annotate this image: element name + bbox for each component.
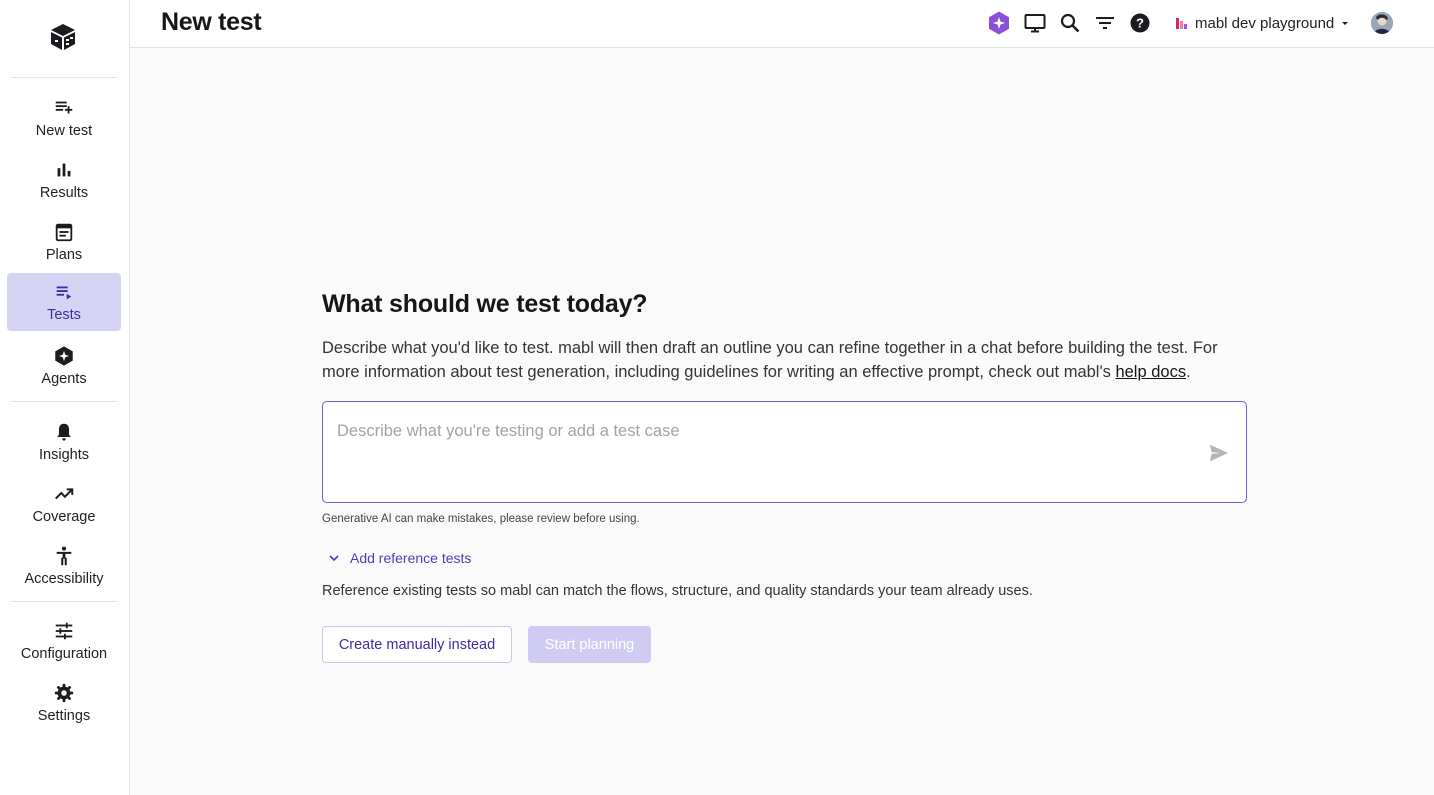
chevron-down-icon [329,555,339,562]
mabl-logo-icon[interactable] [47,21,79,53]
sidebar-item-label: Insights [39,447,89,463]
trending-up-icon [55,488,74,500]
prompt-heading: What should we test today? [322,290,648,318]
svg-text:?: ? [1136,16,1144,31]
sidebar-item-label: Configuration [20,646,108,662]
start-planning-button[interactable]: Start planning [528,626,651,663]
sidebar-item-tests[interactable]: Tests [7,273,121,331]
sidebar-item-results[interactable]: Results [7,151,121,209]
test-description-input[interactable] [337,419,1197,443]
accessibility-icon [56,546,72,566]
bar-chart-icon [57,163,71,177]
workspace-logo-icon [1176,18,1187,29]
sidebar-item-agents[interactable]: Agents [7,337,121,395]
search-icon[interactable] [1058,11,1082,35]
sidebar-item-label: Coverage [32,509,96,525]
description-suffix: . [1186,363,1191,381]
user-avatar-icon [1371,12,1393,34]
ai-disclaimer: Generative AI can make mistakes, please … [322,513,640,525]
send-icon[interactable] [1208,442,1230,464]
sidebar-item-label: Tests [47,307,81,323]
sidebar-item-new-test[interactable]: New test [7,89,121,147]
sidebar: New test Results Plans Tests Agents Insi… [0,0,130,795]
filter-icon[interactable] [1093,11,1117,35]
sidebar-item-label: New test [35,123,93,139]
avatar[interactable] [1371,12,1393,34]
bell-icon [57,423,71,441]
workspace-selector[interactable]: mabl dev playground [1173,13,1352,33]
playlist-add-icon [55,101,73,114]
top-header: New test ? mabl dev playground [130,0,1434,48]
add-reference-tests-label: Add reference tests [350,550,472,566]
sidebar-divider [11,601,117,602]
create-manually-button[interactable]: Create manually instead [322,626,512,663]
ai-sparkle-icon[interactable] [987,11,1011,35]
reference-description: Reference existing tests so mabl can mat… [322,583,1033,599]
sidebar-divider [11,77,117,78]
sidebar-item-label: Results [39,185,89,201]
agent-sparkle-icon [55,346,73,366]
page-title: New test [161,8,262,36]
sidebar-item-label: Agents [41,371,87,387]
prompt-box [322,401,1247,503]
tune-icon [55,622,73,640]
playlist-play-icon [56,286,72,300]
workspace-name: mabl dev playground [1195,14,1335,32]
sidebar-item-coverage[interactable]: Coverage [7,475,121,533]
sidebar-item-accessibility[interactable]: Accessibility [7,537,121,595]
sidebar-item-configuration[interactable]: Configuration [7,612,121,670]
add-reference-tests-toggle[interactable]: Add reference tests [328,550,471,566]
prompt-description: Describe what you'd like to test. mabl w… [322,336,1247,384]
description-text: Describe what you'd like to test. mabl w… [322,339,1218,381]
gear-icon [54,683,74,703]
monitor-icon[interactable] [1023,11,1047,35]
sidebar-item-settings[interactable]: Settings [7,674,121,732]
sidebar-divider [11,401,117,402]
help-icon[interactable]: ? [1128,11,1152,35]
new-test-panel: What should we test today? Describe what… [322,290,1247,663]
sidebar-item-insights[interactable]: Insights [7,413,121,471]
sidebar-item-label: Plans [45,247,83,263]
sidebar-item-label: Accessibility [24,571,104,587]
sidebar-item-label: Settings [37,708,91,724]
help-docs-link[interactable]: help docs [1115,363,1186,381]
chevron-down-icon [1342,22,1349,25]
sidebar-item-plans[interactable]: Plans [7,213,121,271]
calendar-plan-icon [55,223,73,242]
